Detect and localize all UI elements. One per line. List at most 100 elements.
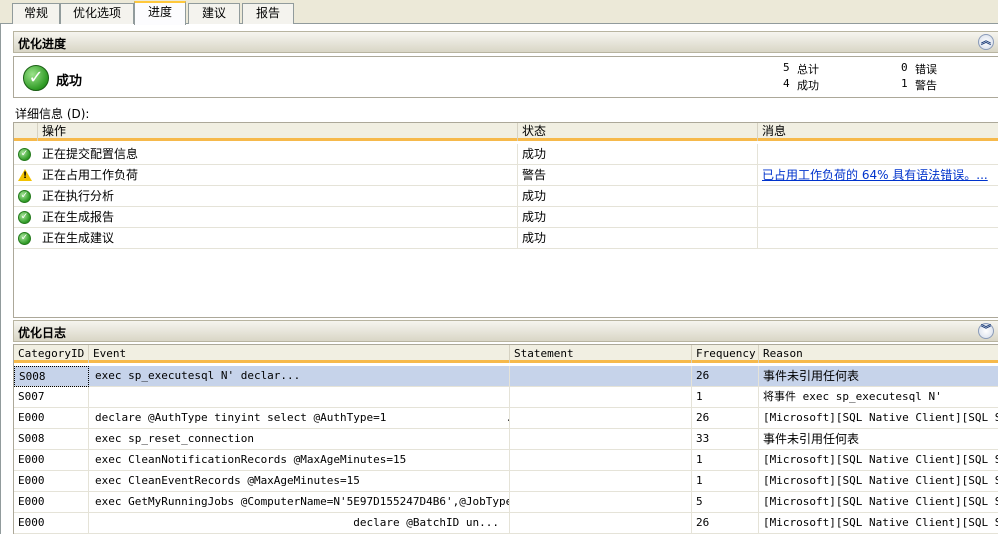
- progress-page: 优化进度 ︽ ✓ 成功 5 总计 0 错误 4 成功 1 警告 详细信息 (D)…: [0, 24, 998, 534]
- log-event: declare @BatchID un...: [89, 513, 510, 534]
- column-category-id[interactable]: CategoryID: [14, 345, 89, 363]
- log-frequency: 1: [692, 471, 759, 492]
- detail-row[interactable]: ✓ 正在执行分析 成功: [14, 186, 998, 207]
- error-label: 错误: [915, 63, 937, 76]
- detail-message: [758, 186, 998, 207]
- log-statement: [510, 513, 692, 534]
- detail-message-link[interactable]: 已占用工作负荷的 64% 具有语法错误。...: [758, 165, 998, 186]
- log-row[interactable]: E000 declare @BatchID un... 26 [Microsof…: [14, 513, 998, 534]
- collapse-up-icon[interactable]: ︽: [978, 34, 994, 50]
- detail-row[interactable]: ✓ 正在生成报告 成功: [14, 207, 998, 228]
- log-reason: 事件未引用任何表: [763, 432, 860, 446]
- detail-row[interactable]: ✓ 正在提交配置信息 成功: [14, 144, 998, 165]
- detail-status: 成功: [518, 228, 758, 249]
- log-row[interactable]: E000 declare @AuthType tinyint select @A…: [14, 408, 998, 429]
- success-icon: ✓: [18, 211, 31, 224]
- detail-message: [758, 207, 998, 228]
- total-label: 总计: [797, 63, 819, 76]
- success-label: 成功: [797, 79, 819, 92]
- log-frequency: 26: [692, 366, 759, 387]
- warning-icon-mark: !: [23, 171, 28, 181]
- detail-action: 正在执行分析: [38, 186, 518, 207]
- detail-status: 成功: [518, 144, 758, 165]
- log-statement: [510, 429, 692, 450]
- column-message[interactable]: 消息: [758, 123, 998, 141]
- tab-recommendations[interactable]: 建议: [188, 3, 240, 24]
- tab-bar: 常规 优化选项 进度 建议 报告: [0, 0, 998, 25]
- log-statement: [510, 450, 692, 471]
- detail-action: 正在生成报告: [38, 207, 518, 228]
- detail-action: 正在生成建议: [38, 228, 518, 249]
- log-event: declare @AuthType tinyint select @AuthTy…: [89, 408, 510, 429]
- log-event: exec sp_reset_connection: [89, 429, 510, 450]
- log-event: exec CleanEventRecords @MaxAgeMinutes=15: [89, 471, 510, 492]
- column-status[interactable]: 状态: [518, 123, 758, 141]
- column-reason[interactable]: Reason: [759, 345, 998, 363]
- log-category: E000: [14, 408, 89, 429]
- collapse-down-icon[interactable]: ︾: [978, 323, 994, 339]
- success-icon: ✓: [18, 190, 31, 203]
- details-grid: 操作 状态 消息 ✓ 正在提交配置信息 成功 ! 正在占用工作负荷 警告 已占用…: [13, 122, 998, 318]
- log-row[interactable]: S008 exec sp_reset_connection 33 事件未引用任何…: [14, 429, 998, 450]
- detail-action: 正在占用工作负荷: [38, 165, 518, 186]
- log-frequency: 1: [692, 450, 759, 471]
- error-count: 0: [901, 61, 908, 74]
- detail-row[interactable]: ! 正在占用工作负荷 警告 已占用工作负荷的 64% 具有语法错误。...: [14, 165, 998, 186]
- log-reason: [Microsoft][SQL Native Client][SQL Serve: [763, 495, 998, 508]
- log-frequency: 33: [692, 429, 759, 450]
- log-row[interactable]: S007 1 将事件 exec sp_executesql N': [14, 387, 998, 408]
- progress-summary: ✓ 成功 5 总计 0 错误 4 成功 1 警告: [13, 56, 998, 98]
- detail-status: 成功: [518, 186, 758, 207]
- details-grid-header: 操作 状态 消息: [14, 123, 998, 141]
- total-count: 5: [783, 61, 790, 74]
- column-action[interactable]: 操作: [38, 123, 518, 141]
- tab-general[interactable]: 常规: [12, 3, 60, 24]
- log-category: E000: [14, 513, 89, 534]
- progress-section-header: 优化进度 ︽: [13, 31, 998, 53]
- log-statement: [510, 408, 692, 429]
- column-event[interactable]: Event: [89, 345, 510, 363]
- log-section-header: 优化日志 ︾: [13, 320, 998, 342]
- log-grid: CategoryID Event Statement Frequency Rea…: [13, 344, 998, 534]
- success-icon: ✓: [18, 232, 31, 245]
- detail-status: 警告: [518, 165, 758, 186]
- log-reason: [Microsoft][SQL Native Client][SQL Serve: [763, 411, 998, 424]
- log-grid-header: CategoryID Event Statement Frequency Rea…: [14, 345, 998, 363]
- log-reason: [Microsoft][SQL Native Client][SQL Serve: [763, 453, 998, 466]
- log-row[interactable]: E000 exec GetMyRunningJobs @ComputerName…: [14, 492, 998, 513]
- log-event: exec GetMyRunningJobs @ComputerName=N'5E…: [89, 492, 510, 513]
- detail-message: [758, 144, 998, 165]
- log-frequency: 5: [692, 492, 759, 513]
- log-reason: 将事件 exec sp_executesql N': [763, 390, 942, 403]
- log-category: E000: [14, 471, 89, 492]
- log-reason: 事件未引用任何表: [763, 369, 860, 383]
- log-statement: [510, 492, 692, 513]
- log-event: exec CleanNotificationRecords @MaxAgeMin…: [89, 450, 510, 471]
- tab-tuning-options[interactable]: 优化选项: [60, 3, 134, 24]
- detail-status: 成功: [518, 207, 758, 228]
- log-section-title: 优化日志: [18, 326, 67, 340]
- progress-section-title: 优化进度: [18, 37, 67, 51]
- success-count: 4: [783, 77, 790, 90]
- log-frequency: 26: [692, 513, 759, 534]
- warning-count: 1: [901, 77, 908, 90]
- log-category: S008: [14, 429, 89, 450]
- log-frequency: 26: [692, 408, 759, 429]
- details-icon-column: [14, 123, 38, 141]
- tab-reports[interactable]: 报告: [242, 3, 294, 24]
- success-icon: ✓: [18, 148, 31, 161]
- log-category: S008: [14, 366, 89, 387]
- details-label: 详细信息 (D):: [15, 107, 90, 121]
- tab-progress[interactable]: 进度: [134, 1, 186, 25]
- log-row[interactable]: S008 exec sp_executesql N' declar... 26 …: [14, 366, 998, 387]
- log-row[interactable]: E000 exec CleanEventRecords @MaxAgeMinut…: [14, 471, 998, 492]
- log-statement: [510, 366, 692, 387]
- log-row[interactable]: E000 exec CleanNotificationRecords @MaxA…: [14, 450, 998, 471]
- column-frequency[interactable]: Frequency: [692, 345, 759, 363]
- log-frequency: 1: [692, 387, 759, 408]
- detail-message: [758, 228, 998, 249]
- success-check-icon: ✓: [23, 65, 49, 91]
- column-statement[interactable]: Statement: [510, 345, 692, 363]
- detail-row[interactable]: ✓ 正在生成建议 成功: [14, 228, 998, 249]
- detail-action: 正在提交配置信息: [38, 144, 518, 165]
